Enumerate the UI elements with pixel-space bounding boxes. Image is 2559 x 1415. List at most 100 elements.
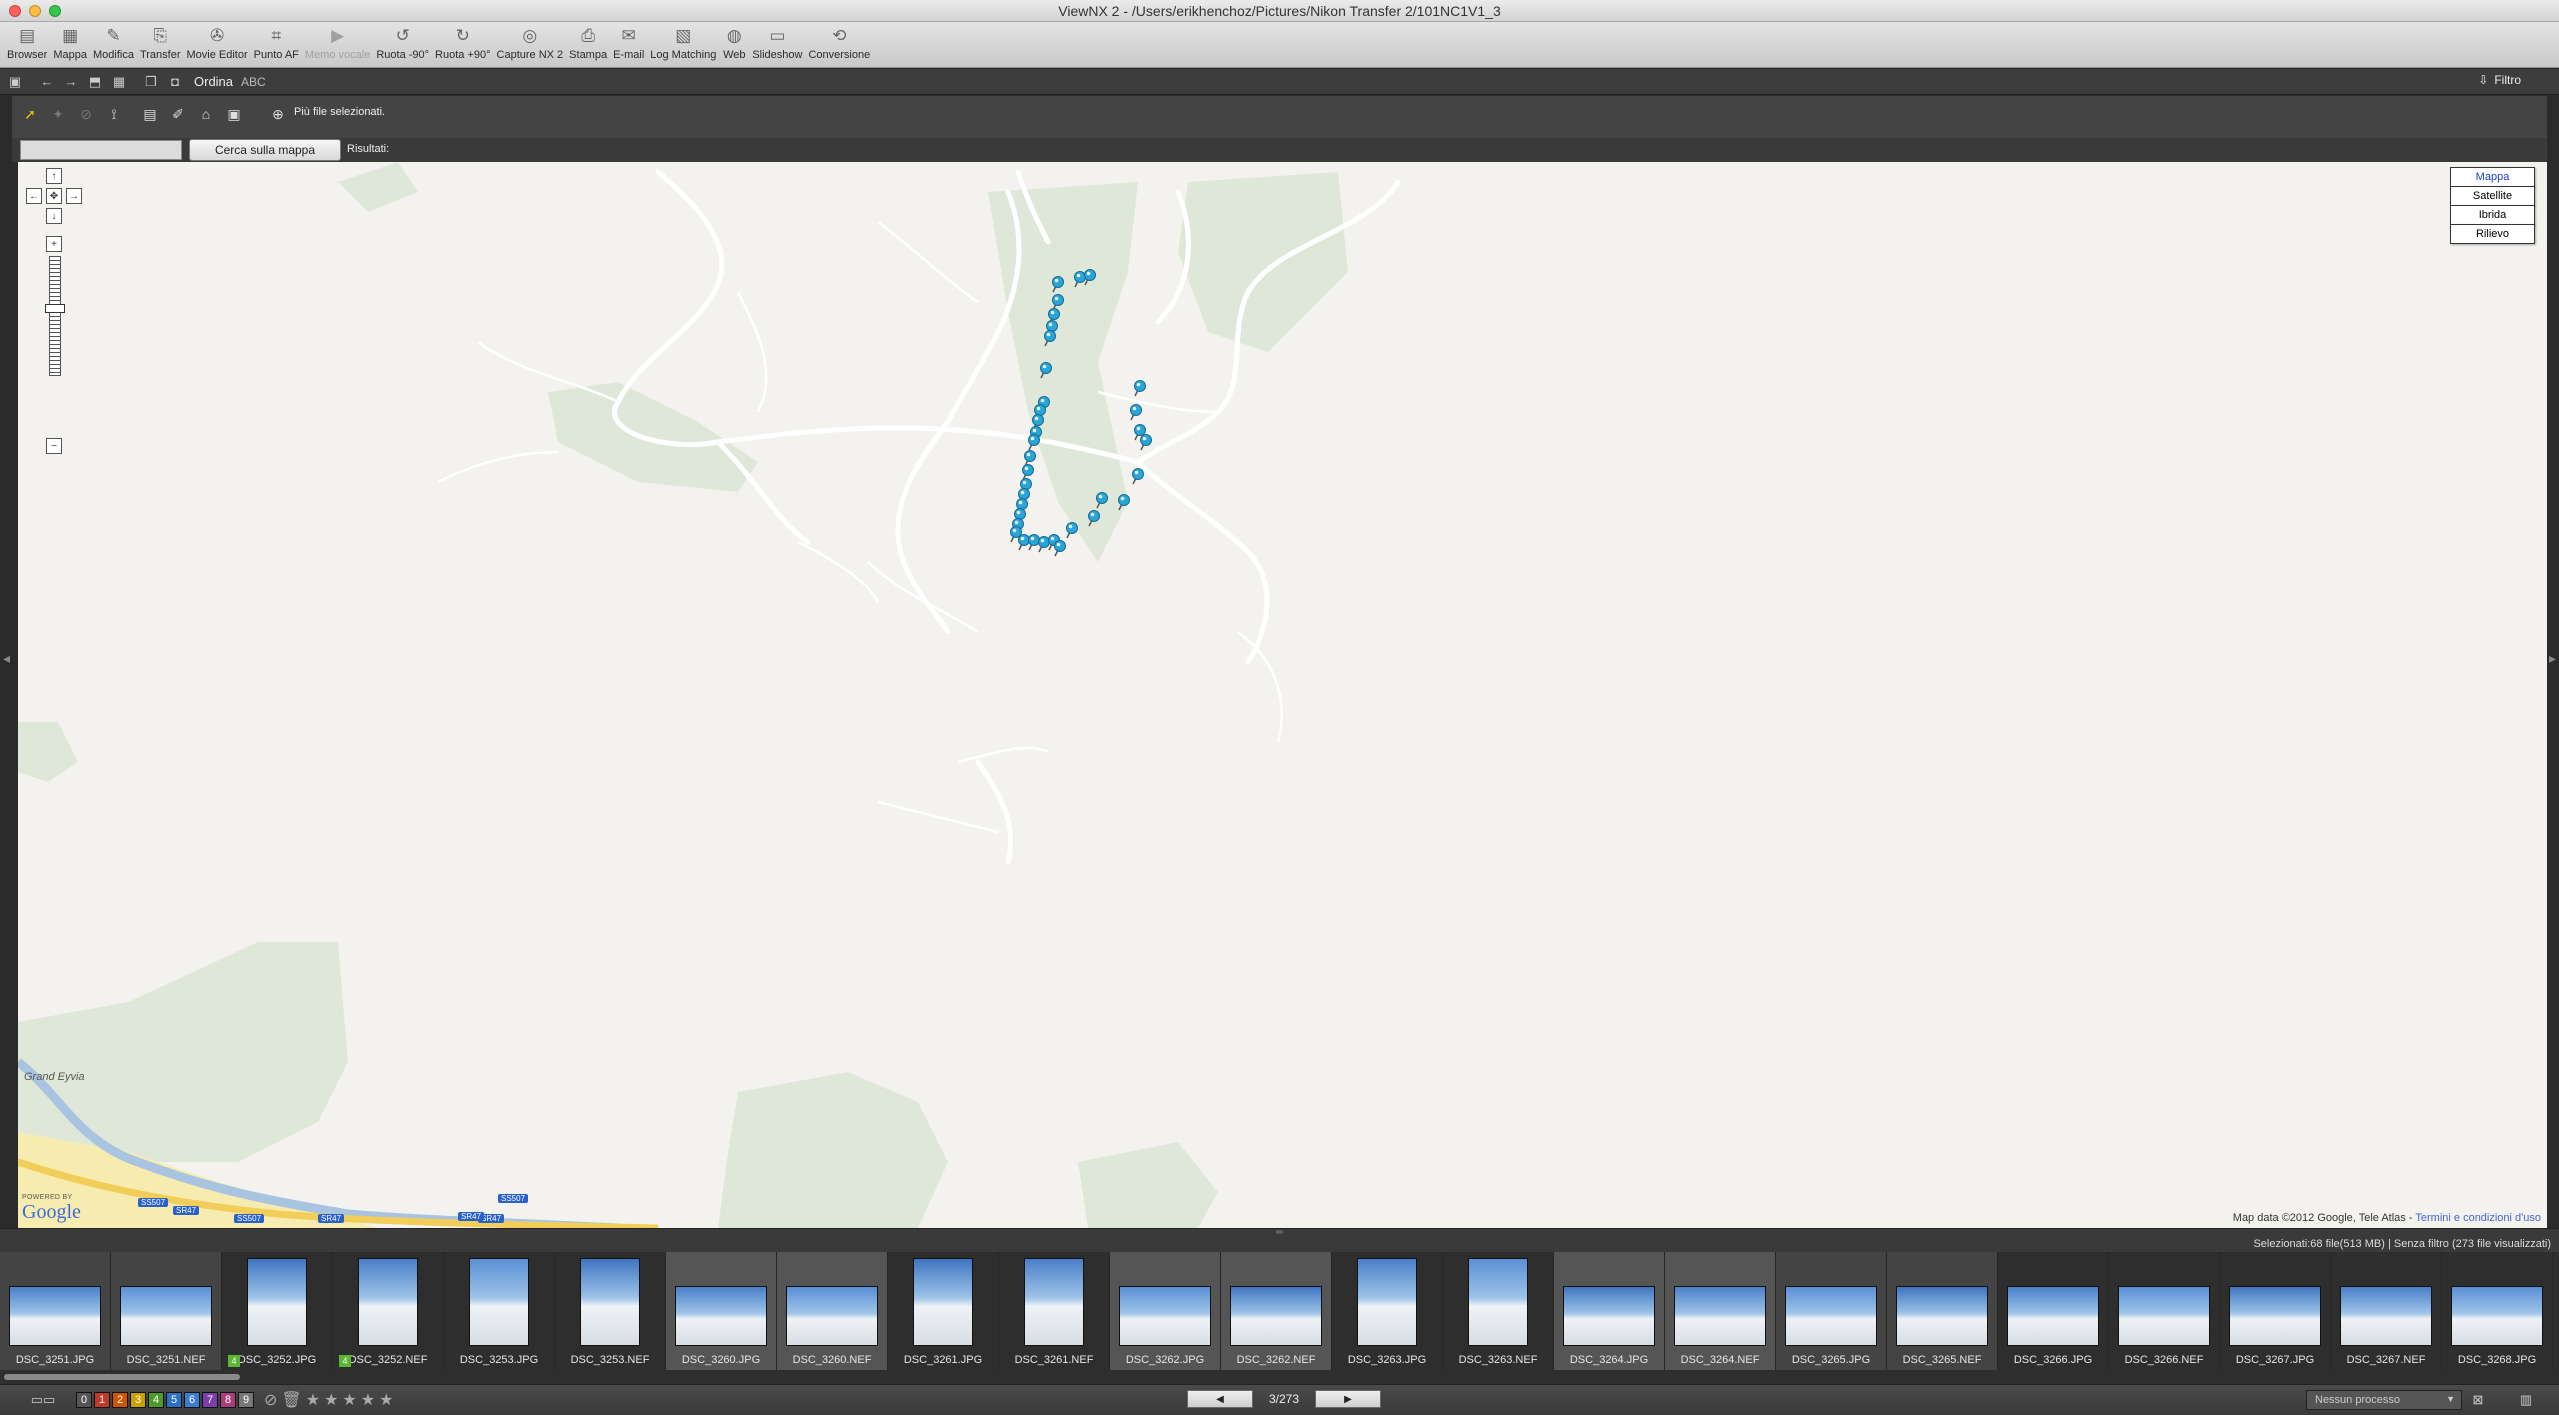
filmstrip-thumbnail[interactable]: DSC_3251.JPG <box>0 1252 111 1370</box>
toolbar-button-browser[interactable]: ▤ Browser <box>4 22 50 67</box>
sort-order-dropdown[interactable]: ABC <box>241 75 266 89</box>
toolbar-button-slideshow[interactable]: ▭ Slideshow <box>749 22 805 67</box>
label-chip-7[interactable]: 7 <box>202 1392 218 1408</box>
filmstrip-thumbnail[interactable]: DSC_3261.NEF <box>999 1252 1110 1370</box>
thumbnail-view-icon[interactable]: ▦ <box>110 73 128 91</box>
toolbar-button-voice-memo[interactable]: ▶ Memo vocale <box>302 22 373 67</box>
filmstrip-thumbnail[interactable]: DSC_3263.JPG <box>1332 1252 1443 1370</box>
label-chip-4[interactable]: 4 <box>148 1392 164 1408</box>
toolbar-button-map[interactable]: ▦ Mappa <box>50 22 90 67</box>
filmstrip-thumbnail[interactable]: DSC_3252.JPG 4 <box>222 1252 333 1370</box>
photo-pin-icon[interactable] <box>1140 434 1152 451</box>
filmstrip-thumbnail[interactable]: DSC_3265.NEF <box>1887 1252 1998 1370</box>
rating-star-1-icon[interactable]: ★ <box>306 1390 320 1410</box>
label-chip-9[interactable]: 9 <box>238 1392 254 1408</box>
photo-pin-icon[interactable] <box>1074 271 1086 288</box>
photo-pin-icon[interactable] <box>1132 468 1144 485</box>
photo-pin-icon[interactable] <box>1130 404 1142 421</box>
next-image-button[interactable]: ▶ <box>1315 1390 1381 1408</box>
previous-image-button[interactable]: ◀ <box>1187 1390 1253 1408</box>
label-chip-8[interactable]: 8 <box>220 1392 236 1408</box>
filmstrip-thumbnail[interactable]: DSC_3260.NEF <box>777 1252 888 1370</box>
photo-pin-icon[interactable] <box>1088 510 1100 527</box>
toolbar-button-capture-nx[interactable]: ◎ Capture NX 2 <box>494 22 567 67</box>
filmstrip-thumbnail[interactable]: DSC_3253.JPG <box>444 1252 555 1370</box>
label-chip-5[interactable]: 5 <box>166 1392 182 1408</box>
trash-icon[interactable]: 🗑 <box>281 1390 301 1410</box>
map-search-input[interactable] <box>20 140 182 160</box>
map-view[interactable]: ↑ ← ✥ → ↓ + − Mappa Satellite Ibrida Riliev… <box>18 162 2547 1228</box>
photo-pin-icon[interactable] <box>1040 362 1052 379</box>
delete-pin-icon[interactable]: ⊘ <box>76 104 96 124</box>
track-tool-icon[interactable]: ⟟ <box>104 104 124 124</box>
toolbar-button-rotate-left[interactable]: ↺ Ruota -90° <box>373 22 432 67</box>
photo-pin-icon[interactable] <box>1044 330 1056 347</box>
toolbar-button-web[interactable]: ◍ Web <box>719 22 749 67</box>
pin-tool-icon[interactable]: ✦ <box>48 104 68 124</box>
photo-pin-icon[interactable] <box>1096 492 1108 509</box>
zoom-in-button[interactable]: + <box>46 236 62 252</box>
photo-pin-icon[interactable] <box>1028 434 1040 451</box>
filmstrip-thumbnail[interactable]: DSC_3262.NEF <box>1221 1252 1332 1370</box>
toolbar-button-movie-editor[interactable]: ✇ Movie Editor <box>184 22 251 67</box>
filmstrip-scrollbar[interactable] <box>0 1370 2559 1384</box>
photo-pin-icon[interactable] <box>1118 494 1130 511</box>
filmstrip-thumbnail[interactable]: DSC_3264.JPG <box>1554 1252 1665 1370</box>
label-chip-3[interactable]: 3 <box>130 1392 146 1408</box>
filmstrip-thumbnail[interactable]: DSC_3268.JPG <box>2442 1252 2553 1370</box>
left-panel-toggle-icon[interactable]: ◂ <box>3 650 13 667</box>
filmstrip-thumbnail[interactable]: DSC_3267.JPG <box>2220 1252 2331 1370</box>
photo-pin-icon[interactable] <box>1054 540 1066 557</box>
select-arrow-icon[interactable]: ➚ <box>20 104 40 124</box>
map-type-satellite-button[interactable]: Satellite <box>2450 186 2535 206</box>
label-chip-1[interactable]: 1 <box>94 1392 110 1408</box>
filmstrip-thumbnail[interactable]: DSC_3265.JPG <box>1776 1252 1887 1370</box>
right-panel-toggle-icon[interactable]: ▸ <box>2549 650 2559 667</box>
rating-star-3-icon[interactable]: ★ <box>342 1390 356 1410</box>
zoom-slider-track[interactable] <box>49 256 61 376</box>
label-chip-0[interactable]: 0 <box>76 1392 92 1408</box>
label-chip-6[interactable]: 6 <box>184 1392 200 1408</box>
home-icon[interactable]: ⌂ <box>196 104 216 124</box>
camera-icon[interactable]: ◘ <box>166 73 184 91</box>
zoom-out-button[interactable]: − <box>46 438 62 454</box>
filmstrip-thumbnail[interactable]: DSC_3251.NEF <box>111 1252 222 1370</box>
photo-pin-icon[interactable] <box>1022 464 1034 481</box>
pan-center-button[interactable]: ✥ <box>46 188 62 204</box>
pan-left-button[interactable]: ← <box>26 188 42 204</box>
photo-pin-icon[interactable] <box>1018 534 1030 551</box>
rating-star-4-icon[interactable]: ★ <box>361 1390 375 1410</box>
toolbar-button-print[interactable]: ⎙ Stampa <box>566 22 610 67</box>
filmstrip-thumbnail[interactable]: DSC_3261.JPG <box>888 1252 999 1370</box>
filmstrip-thumbnail[interactable]: DSC_3252.NEF 4 <box>333 1252 444 1370</box>
pan-right-button[interactable]: → <box>66 188 82 204</box>
toolbar-button-edit[interactable]: ✎ Modifica <box>90 22 137 67</box>
map-search-button[interactable]: Cerca sulla mappa <box>189 139 341 161</box>
map-type-mappa-button[interactable]: Mappa <box>2450 167 2535 187</box>
zoom-slider-handle[interactable] <box>45 304 65 313</box>
toolbar-button-transfer[interactable]: ⎘ Transfer <box>137 22 184 67</box>
filter-button[interactable]: ⇩ Filtro <box>2478 73 2521 87</box>
filmstrip-thumbnail[interactable]: DSC_3266.NEF <box>2109 1252 2220 1370</box>
rating-star-2-icon[interactable]: ★ <box>324 1390 338 1410</box>
photo-pin-icon[interactable] <box>1134 380 1146 397</box>
process-select[interactable]: Nessun processo ▼ <box>2306 1390 2462 1410</box>
toolbar-button-email[interactable]: ✉ E-mail <box>610 22 647 67</box>
filmstrip-scroll-thumb[interactable] <box>4 1374 240 1380</box>
photo-pin-icon[interactable] <box>1052 294 1064 311</box>
filmstrip-thumbnail[interactable]: DSC_3264.NEF <box>1665 1252 1776 1370</box>
workspace-menu-icon[interactable]: ▣ <box>6 73 24 91</box>
cancel-process-icon[interactable]: ⊠ <box>2470 1392 2486 1408</box>
back-arrow-icon[interactable]: ← <box>38 73 56 91</box>
filmstrip-thumbnail[interactable]: DSC_3263.NEF <box>1443 1252 1554 1370</box>
photo-pin-icon[interactable] <box>1084 269 1096 286</box>
crosshair-icon[interactable]: ⊕ <box>268 104 288 124</box>
toolbar-button-conversion[interactable]: ⟲ Conversione <box>805 22 873 67</box>
toolbar-button-log-matching[interactable]: ▧ Log Matching <box>647 22 719 67</box>
panel-splitter[interactable]: ═ <box>0 1228 2559 1238</box>
photo-pin-icon[interactable] <box>1066 522 1078 539</box>
pan-down-button[interactable]: ↓ <box>46 208 62 224</box>
map-type-ibrida-button[interactable]: Ibrida <box>2450 205 2535 225</box>
pan-up-button[interactable]: ↑ <box>46 168 62 184</box>
photo-pin-icon[interactable] <box>1038 536 1050 553</box>
